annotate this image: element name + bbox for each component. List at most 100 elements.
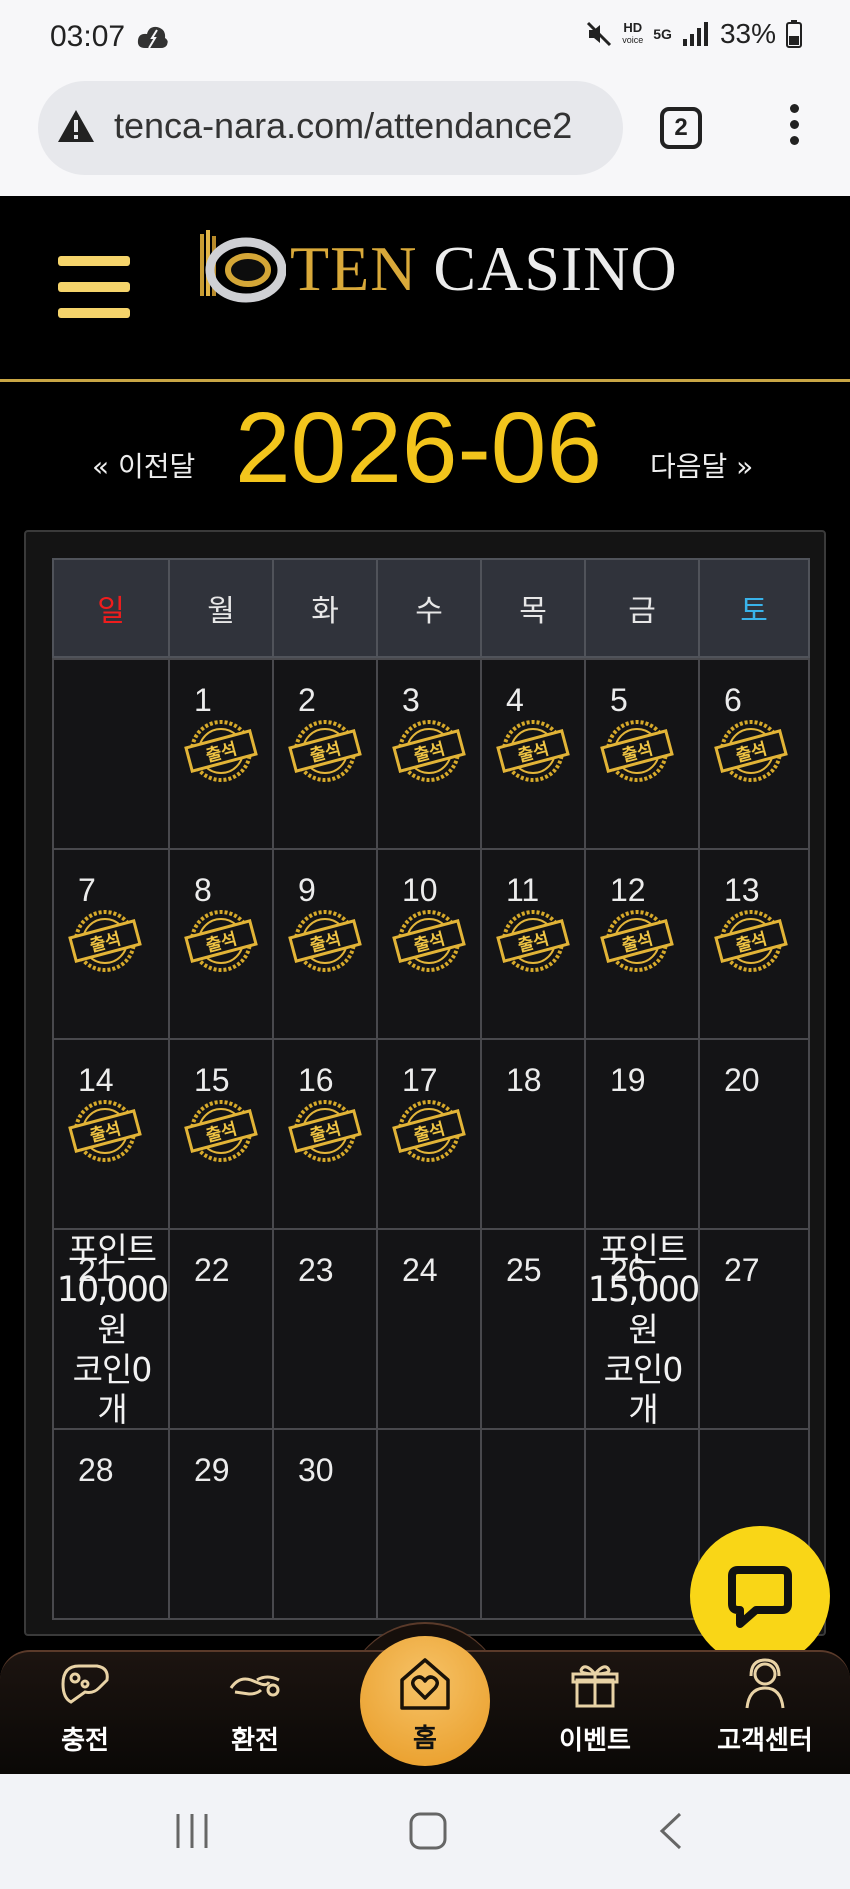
calendar-day-cell[interactable]: 6 출석 <box>698 658 810 850</box>
status-bar: 03:07 HD voice 5G 33% <box>0 0 850 76</box>
attendance-stamp-icon: 출석 <box>68 1100 142 1162</box>
hamburger-menu-icon[interactable] <box>58 256 130 318</box>
attendance-calendar: 일월화수목금토 1 출석 2 출석 3 출석 4 출석 5 출석 6 출석 7 출석 8 출석 9 출석 10 출석 1… <box>24 530 826 1636</box>
calendar-day-cell[interactable]: 2 출석 <box>272 658 378 850</box>
url-text[interactable]: tenca-nara.com/attendance2 <box>114 105 572 147</box>
reward-line: 포인트 <box>67 1230 157 1269</box>
day-number: 28 <box>78 1452 114 1488</box>
battery-icon <box>786 20 802 48</box>
calendar-day-cell[interactable]: 10 출석 <box>376 848 482 1040</box>
nav-support-label: 고객센터 <box>717 1726 813 1756</box>
calendar-day-cell[interactable]: 14 출석 <box>52 1038 170 1230</box>
weekday-header: 수 <box>376 558 482 658</box>
day-number: 4 <box>506 682 524 718</box>
calendar-day-cell[interactable]: 12 출석 <box>584 848 700 1040</box>
browser-toolbar: tenca-nara.com/attendance2 2 <box>0 76 850 196</box>
home-heart-icon <box>400 1658 450 1710</box>
home-nav-icon[interactable] <box>408 1812 448 1850</box>
logo-ten-text: TEN <box>290 233 418 304</box>
calendar-day-cell[interactable]: 5 출석 <box>584 658 700 850</box>
calendar-day-cell[interactable] <box>376 1428 482 1620</box>
calendar-day-cell[interactable]: 28 <box>52 1428 170 1620</box>
nav-support[interactable]: 고객센터 <box>705 1658 825 1757</box>
weekday-header: 토 <box>698 558 810 658</box>
network-badge: 5G <box>653 26 672 42</box>
calendar-day-cell[interactable]: 13 출석 <box>698 848 810 1040</box>
attendance-stamp-icon: 출석 <box>288 910 362 972</box>
calendar-day-cell[interactable]: 3 출석 <box>376 658 482 850</box>
day-number: 27 <box>724 1252 760 1288</box>
site-header: TEN CASINO <box>0 196 850 382</box>
chat-bubble-icon <box>728 1566 792 1628</box>
nav-event[interactable]: 이벤트 <box>535 1658 655 1757</box>
nav-event-label: 이벤트 <box>559 1726 631 1756</box>
calendar-day-cell[interactable]: 1 출석 <box>168 658 274 850</box>
attendance-stamp-icon: 출석 <box>392 910 466 972</box>
calendar-day-cell[interactable]: 17 출석 <box>376 1038 482 1230</box>
day-number: 22 <box>194 1252 230 1288</box>
calendar-day-cell[interactable] <box>52 658 170 850</box>
weekday-header: 일 <box>52 558 170 658</box>
recent-apps-icon[interactable] <box>172 1812 212 1850</box>
logo-emblem-icon <box>200 230 286 303</box>
calendar-day-cell[interactable]: 18 <box>480 1038 586 1230</box>
day-number: 2 <box>298 682 316 718</box>
calendar-day-cell[interactable]: 4 출석 <box>480 658 586 850</box>
attendance-stamp-icon: 출석 <box>184 720 258 782</box>
logo-casino-text: CASINO <box>433 233 678 304</box>
calendar-day-cell[interactable]: 26 포인트 15,000 원 코인0 개 <box>584 1228 700 1430</box>
reward-line: 코인0 <box>72 1350 153 1389</box>
day-number: 10 <box>402 872 438 908</box>
calendar-day-cell[interactable]: 30 <box>272 1428 378 1620</box>
tab-switcher-button[interactable]: 2 <box>660 107 702 149</box>
back-icon[interactable] <box>652 1812 692 1850</box>
calendar-day-cell[interactable]: 20 <box>698 1038 810 1230</box>
calendar-day-cell[interactable]: 27 <box>698 1228 810 1430</box>
live-chat-button[interactable] <box>690 1526 830 1666</box>
day-number: 24 <box>402 1252 438 1288</box>
nav-exchange[interactable]: 환전 <box>195 1658 315 1757</box>
attendance-stamp-icon: 출석 <box>714 720 788 782</box>
calendar-day-cell[interactable]: 21 포인트 10,000 원 코인0 개 <box>52 1228 170 1430</box>
support-agent-icon <box>745 1658 785 1709</box>
calendar-day-cell[interactable] <box>480 1428 586 1620</box>
calendar-day-cell[interactable]: 23 <box>272 1228 378 1430</box>
calendar-day-cell[interactable]: 29 <box>168 1428 274 1620</box>
cloud-icon <box>137 26 168 49</box>
voice-label: voice <box>622 35 644 45</box>
reward-line: 원 <box>628 1310 658 1349</box>
calendar-day-cell[interactable]: 15 출석 <box>168 1038 274 1230</box>
calendar-day-cell[interactable]: 19 <box>584 1038 700 1230</box>
next-month-link[interactable]: 다음달 » <box>650 445 753 485</box>
weekday-header-row: 일월화수목금토 <box>52 558 810 658</box>
reward-info: 포인트 10,000 원 코인0 개 <box>54 1230 170 1430</box>
day-number: 30 <box>298 1452 334 1488</box>
calendar-day-cell[interactable]: 7 출석 <box>52 848 170 1040</box>
day-number: 3 <box>402 682 420 718</box>
calendar-day-cell[interactable]: 11 출석 <box>480 848 586 1040</box>
attendance-stamp-icon: 출석 <box>184 1100 258 1162</box>
day-number: 16 <box>298 1062 334 1098</box>
calendar-day-cell[interactable]: 9 출석 <box>272 848 378 1040</box>
nav-home-button[interactable]: 홈 <box>360 1636 490 1766</box>
calendar-day-cell[interactable]: 25 <box>480 1228 586 1430</box>
charge-icon <box>61 1664 109 1704</box>
calendar-day-cell[interactable]: 22 <box>168 1228 274 1430</box>
month-title: 2026-06 <box>235 392 602 504</box>
calendar-day-cell[interactable]: 16 출석 <box>272 1038 378 1230</box>
browser-menu-icon[interactable] <box>782 104 806 150</box>
nav-charge[interactable]: 충전 <box>25 1658 145 1757</box>
previous-month-link[interactable]: « 이전달 <box>92 445 195 485</box>
hd-voice-badge: HD voice <box>622 21 644 46</box>
signal-icon <box>682 22 708 46</box>
url-bar[interactable]: tenca-nara.com/attendance2 <box>38 81 623 175</box>
status-time: 03:07 <box>50 20 126 53</box>
site-logo[interactable]: TEN CASINO <box>196 226 678 312</box>
calendar-day-cell[interactable]: 8 출석 <box>168 848 274 1040</box>
reward-line: 개 <box>628 1390 658 1429</box>
day-number: 18 <box>506 1062 542 1098</box>
calendar-day-cell[interactable] <box>584 1428 700 1620</box>
mute-icon <box>587 21 612 47</box>
warning-icon[interactable] <box>56 108 96 144</box>
calendar-day-cell[interactable]: 24 <box>376 1228 482 1430</box>
